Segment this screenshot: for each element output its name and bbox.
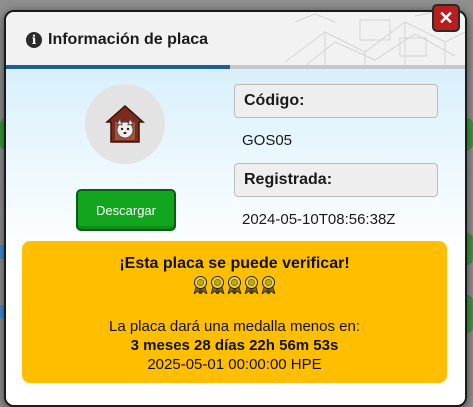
code-label: Código: bbox=[234, 84, 438, 118]
close-icon: ✕ bbox=[438, 7, 454, 28]
modal-title: i Información de placa bbox=[26, 31, 208, 49]
modal-header: i Información de placa bbox=[6, 12, 465, 66]
registered-label: Registrada: bbox=[234, 163, 438, 197]
medal-icon bbox=[261, 276, 276, 294]
badge-info-modal: i Información de placa Descargar Código:… bbox=[4, 10, 467, 407]
verification-title: ¡Esta placa se puede verificar! bbox=[119, 255, 350, 272]
download-button[interactable]: Descargar bbox=[76, 189, 176, 231]
medal-icon bbox=[210, 276, 225, 294]
badge-image bbox=[85, 84, 165, 164]
countdown-intro: La placa dará una medalla menos en: bbox=[108, 318, 360, 335]
registered-value: 2024-05-10T08:56:38Z bbox=[242, 211, 396, 228]
info-icon: i bbox=[26, 32, 42, 48]
medal-row bbox=[22, 276, 447, 294]
countdown-value: 3 meses 28 días 22h 56m 53s bbox=[130, 337, 339, 354]
expiry-date: 2025-05-01 00:00:00 HPE bbox=[147, 356, 322, 373]
code-value: GOS05 bbox=[242, 132, 293, 149]
medal-icon bbox=[193, 276, 208, 294]
close-button[interactable]: ✕ bbox=[432, 4, 460, 32]
modal-title-text: Información de placa bbox=[48, 31, 209, 48]
medal-icon bbox=[244, 276, 259, 294]
verification-panel: ¡Esta placa se puede verificar! La placa… bbox=[22, 241, 447, 383]
medal-icon bbox=[227, 276, 242, 294]
dog-house-badge-icon bbox=[105, 104, 145, 143]
